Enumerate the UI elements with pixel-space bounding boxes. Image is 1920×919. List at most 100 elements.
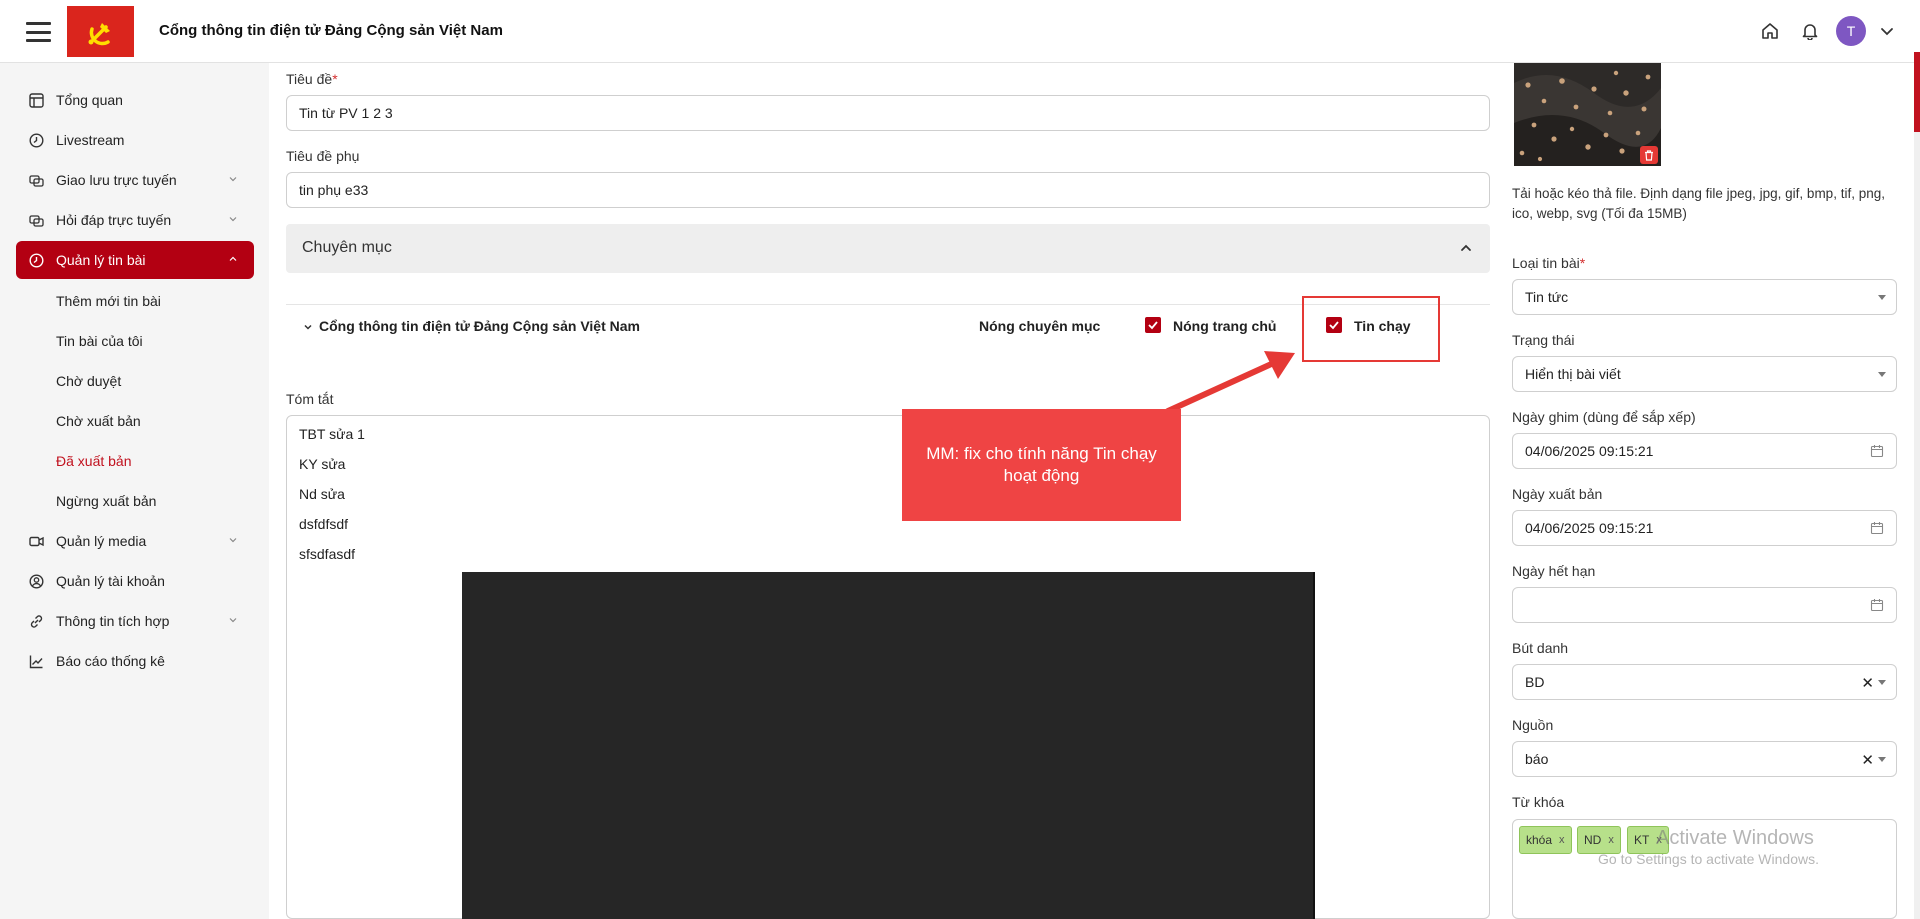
sidebar-item-label: Quản lý tin bài <box>56 252 146 268</box>
site-title: Cổng thông tin điện tử Đảng Cộng sản Việ… <box>159 22 503 39</box>
upload-hint: Tải hoặc kéo thả file. Định dạng file jp… <box>1512 186 1885 221</box>
sidebar-item-label: Quản lý tài khoản <box>56 573 165 589</box>
sidebar-item-statistics-report[interactable]: Báo cáo thống kê <box>16 642 254 680</box>
windows-activation-watermark: Activate Windows <box>1656 827 1814 849</box>
sidebar-subitem-published[interactable]: Đã xuất bản <box>56 453 132 469</box>
hot-category-label[interactable]: Nóng chuyên mục <box>979 318 1100 334</box>
article-type-select[interactable]: Tin tức <box>1512 279 1897 315</box>
sidebar-item-integration-info[interactable]: Thông tin tích hợp <box>16 602 254 640</box>
scrollbar-thumb[interactable] <box>1914 52 1920 132</box>
subtitle-input[interactable]: tin phụ e33 <box>286 172 1490 208</box>
chevron-up-icon <box>229 256 237 261</box>
home-button[interactable] <box>1757 18 1783 44</box>
chevron-up-icon <box>1461 244 1471 251</box>
chevron-down-icon <box>229 538 237 543</box>
chevron-down-icon <box>229 618 237 623</box>
sidebar-item-label: Báo cáo thống kê <box>56 653 165 669</box>
video-icon <box>28 533 44 549</box>
category-name: Cổng thông tin điện tử Đảng Cộng sản Việ… <box>319 318 640 334</box>
sidebar-item-label: Hỏi đáp trực tuyến <box>56 212 172 228</box>
summary-editor[interactable]: TBT sửa 1 KY sửa Nd sửa dsfdfsdf sfsdfas… <box>286 415 1490 919</box>
sidebar: Tổng quan Livestream Giao lưu trực tuyến… <box>0 63 269 919</box>
clear-icon[interactable]: ✕ <box>1861 674 1874 692</box>
section-title: Chuyên mục <box>302 239 392 256</box>
thumbnail-image[interactable] <box>1514 63 1661 166</box>
tag-text: khóa <box>1526 833 1553 847</box>
sidebar-item-online-qa[interactable]: Hỏi đáp trực tuyến <box>16 201 254 239</box>
summary-line: dsfdfsdf <box>299 516 349 532</box>
remove-tag-icon[interactable]: x <box>1608 834 1614 846</box>
remove-tag-icon[interactable]: x <box>1559 834 1565 846</box>
date-value: 04/06/2025 09:15:21 <box>1525 443 1654 459</box>
title-label: Tiêu đề* <box>286 71 338 87</box>
party-logo[interactable] <box>67 6 134 57</box>
clock-icon <box>28 132 44 148</box>
user-menu-toggle[interactable] <box>1874 18 1900 44</box>
sidebar-item-media-management[interactable]: Quản lý media <box>16 522 254 560</box>
sidebar-item-article-management[interactable]: Quản lý tin bài <box>16 241 254 279</box>
bell-icon <box>1802 24 1818 40</box>
top-header: Cổng thông tin điện tử Đảng Cộng sản Việ… <box>0 0 1920 63</box>
caret-down-icon <box>1878 680 1886 685</box>
selected-value: Hiển thị bài viết <box>1525 366 1621 382</box>
summary-line: TBT sửa 1 <box>299 426 365 442</box>
keyword-tag: ND x <box>1577 826 1621 854</box>
chart-line-icon <box>28 653 44 669</box>
pen-name-label: Bút danh <box>1512 640 1569 656</box>
publish-date-picker[interactable]: 04/06/2025 09:15:21 <box>1512 510 1897 546</box>
hot-home-label[interactable]: Nóng trang chủ <box>1173 318 1276 334</box>
selected-value: BD <box>1525 674 1545 690</box>
notifications-button[interactable] <box>1797 18 1823 44</box>
calendar-icon <box>1870 445 1884 458</box>
sidebar-item-overview[interactable]: Tổng quan <box>16 81 254 119</box>
sidebar-item-livestream[interactable]: Livestream <box>16 121 254 159</box>
sidebar-subitem-pending-publish[interactable]: Chờ xuất bản <box>56 413 141 429</box>
title-input[interactable]: Tin từ PV 1 2 3 <box>286 95 1490 131</box>
annotation-callout: MM: fix cho tính năng Tin chạy hoạt động <box>902 409 1181 521</box>
chevron-down-icon <box>1881 28 1893 36</box>
embedded-media[interactable] <box>462 572 1315 919</box>
tag-text: ND <box>1584 833 1602 847</box>
caret-down-icon <box>1878 757 1886 762</box>
sidebar-item-online-exchange[interactable]: Giao lưu trực tuyến <box>16 161 254 199</box>
annotation-highlight-box <box>1302 296 1440 362</box>
sidebar-subitem-add-article[interactable]: Thêm mới tin bài <box>56 293 161 309</box>
expire-date-picker[interactable] <box>1512 587 1897 623</box>
scrollbar-track[interactable] <box>1914 132 1920 919</box>
windows-activation-hint: Go to Settings to activate Windows. <box>1598 851 1819 867</box>
chat-icon <box>28 172 44 188</box>
summary-line: sfsdfasdf <box>299 546 356 562</box>
hammer-sickle-icon <box>88 22 110 45</box>
sidebar-item-account-management[interactable]: Quản lý tài khoản <box>16 562 254 600</box>
user-icon <box>28 573 44 589</box>
source-select[interactable]: báo ✕ <box>1512 741 1897 777</box>
trash-icon <box>1645 149 1653 161</box>
hot-home-checkbox[interactable] <box>1145 317 1161 333</box>
sidebar-subitem-unpublished[interactable]: Ngừng xuất bản <box>56 493 156 509</box>
pen-name-select[interactable]: BD ✕ <box>1512 664 1897 700</box>
summary-label: Tóm tắt <box>286 391 334 407</box>
chevron-down-icon[interactable] <box>303 322 313 332</box>
pin-date-label: Ngày ghim (dùng để sắp xếp) <box>1512 409 1696 425</box>
summary-line: Nd sửa <box>299 486 345 502</box>
keywords-label: Từ khóa <box>1512 794 1565 810</box>
sidebar-item-label: Thông tin tích hợp <box>56 613 170 629</box>
category-section-header[interactable]: Chuyên mục <box>286 224 1490 273</box>
summary-line: KY sửa <box>299 456 346 472</box>
user-avatar[interactable]: T <box>1836 16 1866 46</box>
sidebar-subitem-my-articles[interactable]: Tin bài của tôi <box>56 333 143 349</box>
status-label: Trạng thái <box>1512 332 1575 348</box>
article-type-label: Loại tin bài* <box>1512 255 1586 271</box>
calendar-icon <box>1870 599 1884 612</box>
pin-date-picker[interactable]: 04/06/2025 09:15:21 <box>1512 433 1897 469</box>
menu-toggle-button[interactable] <box>26 22 51 42</box>
date-value: 04/06/2025 09:15:21 <box>1525 520 1654 536</box>
status-select[interactable]: Hiển thị bài viết <box>1512 356 1897 392</box>
clear-icon[interactable]: ✕ <box>1861 751 1874 769</box>
tag-text: KT <box>1634 833 1650 847</box>
delete-image-button[interactable] <box>1640 146 1658 164</box>
calendar-icon <box>1870 522 1884 535</box>
check-icon <box>1148 321 1158 330</box>
subtitle-label: Tiêu đề phụ <box>286 148 360 164</box>
sidebar-subitem-pending-review[interactable]: Chờ duyệt <box>56 373 121 389</box>
